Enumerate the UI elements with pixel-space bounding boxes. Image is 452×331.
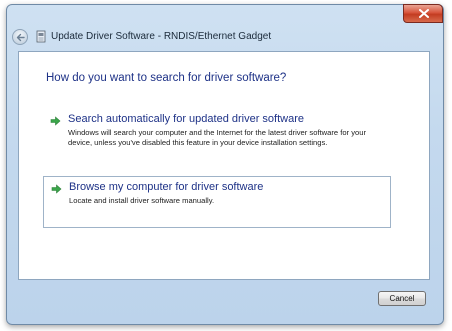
close-icon <box>419 9 429 18</box>
dialog-content: How do you want to search for driver sof… <box>18 51 430 280</box>
device-manager-icon <box>36 30 46 43</box>
green-arrow-icon <box>51 184 62 194</box>
browse-computer-option[interactable]: Browse my computer for driver software L… <box>43 176 391 228</box>
green-arrow-icon <box>50 116 61 126</box>
title-bar[interactable] <box>7 4 443 33</box>
option-title: Search automatically for updated driver … <box>68 113 305 125</box>
option-title: Browse my computer for driver software <box>69 181 264 193</box>
close-button[interactable] <box>403 4 443 23</box>
option-description: Windows will search your computer and th… <box>68 128 366 147</box>
dialog-footer: Cancel <box>18 280 430 316</box>
search-automatically-option[interactable]: Search automatically for updated driver … <box>43 112 391 168</box>
option-description: Locate and install driver software manua… <box>69 196 215 205</box>
back-arrow-icon <box>16 33 25 42</box>
main-instruction: How do you want to search for driver sof… <box>46 72 287 84</box>
back-button[interactable] <box>12 29 28 45</box>
cancel-button[interactable]: Cancel <box>378 291 426 306</box>
window-title: Update Driver Software - RNDIS/Ethernet … <box>51 31 272 42</box>
dialog-window: Update Driver Software - RNDIS/Ethernet … <box>6 4 444 325</box>
